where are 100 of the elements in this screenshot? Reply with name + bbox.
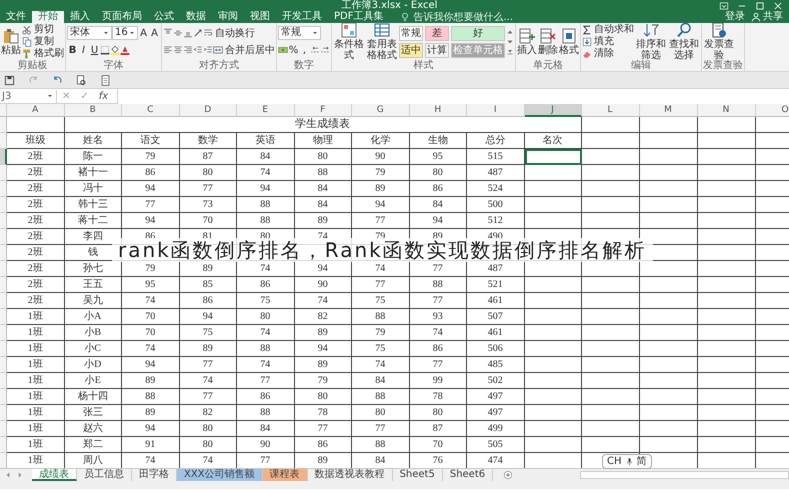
column-header[interactable]: M [640,104,698,117]
format-button[interactable] [193,28,203,38]
ribbon-button[interactable]: 复制 [22,36,64,47]
format-button[interactable] [320,45,330,55]
column-header[interactable]: L [582,104,640,117]
close-button[interactable] [773,0,783,10]
column-header[interactable]: I [467,104,524,117]
column-header[interactable]: A [7,104,64,117]
format-button[interactable]: B [67,44,78,56]
column-header[interactable]: J [524,104,582,117]
format-button[interactable] [173,45,183,55]
ribbon-button[interactable]: 套用表格格式 [366,23,398,61]
sheet-tab[interactable]: 成绩表 [32,469,77,481]
column-header[interactable]: N [698,104,756,117]
cell-style-swatch[interactable]: 适中 [399,42,423,58]
column-header[interactable]: F [294,104,352,117]
ribbon-button[interactable]: 查找和选择 [668,23,700,61]
cell-style-swatch[interactable]: 计算 [425,42,449,58]
cell-style-swatch[interactable]: 好 [451,26,505,40]
format-button[interactable]: % [288,44,299,56]
ribbon-button[interactable]: 排序和筛选 [635,23,667,61]
table-cell [698,213,756,229]
ribbon-button[interactable]: 剪切 [22,24,64,35]
menu-tab[interactable]: 开发工具 [276,11,328,23]
column-header[interactable]: D [180,104,237,117]
share-button[interactable]: 共享 [751,11,783,23]
ribbon-button[interactable]: 删除 [538,28,558,56]
row-header[interactable] [0,149,7,165]
page-button[interactable] [100,74,111,86]
table-cell: 86 [410,341,467,357]
cell-style-swatch[interactable]: 常规 [399,26,423,40]
format-button[interactable]: U [89,44,100,56]
menu-tab[interactable]: 审阅 [212,11,244,23]
ribbon-button[interactable]: 格式 [559,28,579,56]
menu-tab[interactable]: 开始 [32,11,64,23]
format-button[interactable] [310,45,320,55]
column-header[interactable]: E [237,104,294,117]
increase-indent-icon [203,45,213,55]
sheet-tab[interactable]: 课程表 [262,469,308,481]
max-button[interactable] [755,0,765,10]
sheet-tab[interactable]: XXX公司销售额 [177,469,263,481]
table-cell: 姓名 [64,133,122,149]
menu-tab[interactable]: 页面布局 [96,11,148,23]
ribbon-button[interactable]: 插入 [517,28,537,56]
ribbon-button[interactable]: 发票查验 [703,23,735,61]
name-box[interactable]: J3 [0,90,57,102]
dropdown-field[interactable]: 宋体 [67,26,112,40]
column-header[interactable]: B [64,104,122,117]
table-cell: 79 [294,373,352,389]
dropdown-field[interactable]: 16 [112,26,138,40]
ribbon-button[interactable]: 自动求和 [582,24,634,35]
insert-function-button[interactable]: fx [94,90,114,102]
menu-tab[interactable]: 数据 [180,11,212,23]
undo-button[interactable] [52,74,63,86]
format-button[interactable] [183,45,193,55]
active-cell[interactable] [524,149,582,165]
ribbon-button[interactable]: 合并后居中 [213,44,275,56]
table-cell: 杨十四 [64,389,122,405]
ribbon-button[interactable]: 条件格式 [333,23,365,61]
ribbon-options-button[interactable] [719,0,729,10]
ribbon-button[interactable]: 粘贴 [1,28,21,56]
redo-icon [28,74,39,86]
sum-icon [582,24,592,34]
horizontal-scrollbar[interactable] [580,471,789,479]
ribbon-button[interactable]: 清除 [582,48,634,59]
menu-tab[interactable]: PDF工具集 [328,11,390,23]
ribbon-button[interactable]: 自动换行 [203,28,255,38]
menu-tab[interactable]: 插入 [64,11,96,23]
tell-me-field[interactable]: 告诉我你想要做什么... [413,12,544,22]
cell-style-swatch[interactable]: 差 [425,26,449,40]
column-header[interactable]: G [352,104,410,117]
format-button[interactable]: I [78,44,89,56]
ribbon-button[interactable]: 格式刷 [22,48,64,59]
redo-button[interactable] [28,74,39,86]
format-button[interactable] [110,45,120,55]
sign-in-link[interactable]: 登录 [725,11,745,23]
table-cell: 77 [352,213,410,229]
menu-tab[interactable]: 文件 [0,11,32,23]
format-button[interactable] [173,28,183,38]
format-button[interactable]: , [299,44,310,56]
column-header[interactable]: C [122,104,180,117]
column-header[interactable]: H [410,104,467,117]
menu-tab[interactable]: 视图 [244,11,276,23]
group-label: 数字 [293,60,315,71]
ribbon-button[interactable]: 填充 [582,36,634,47]
preview-button[interactable] [76,74,87,86]
table-cell: 班级 [7,133,64,149]
save-button[interactable] [4,74,15,86]
column-header[interactable]: O [756,104,789,117]
table-cell: 73 [180,197,237,213]
format-button[interactable]: A [138,26,149,40]
dropdown-field[interactable]: 常规 [278,26,321,40]
table-cell: 2班 [7,229,64,245]
menu-tab[interactable]: 公式 [148,11,180,23]
caret-icon [102,29,110,37]
formula-input[interactable] [117,88,789,104]
format-button[interactable] [100,45,110,55]
table-cell: 74 [122,341,180,357]
format-button[interactable]: A [149,26,160,40]
format-button[interactable] [163,45,173,55]
